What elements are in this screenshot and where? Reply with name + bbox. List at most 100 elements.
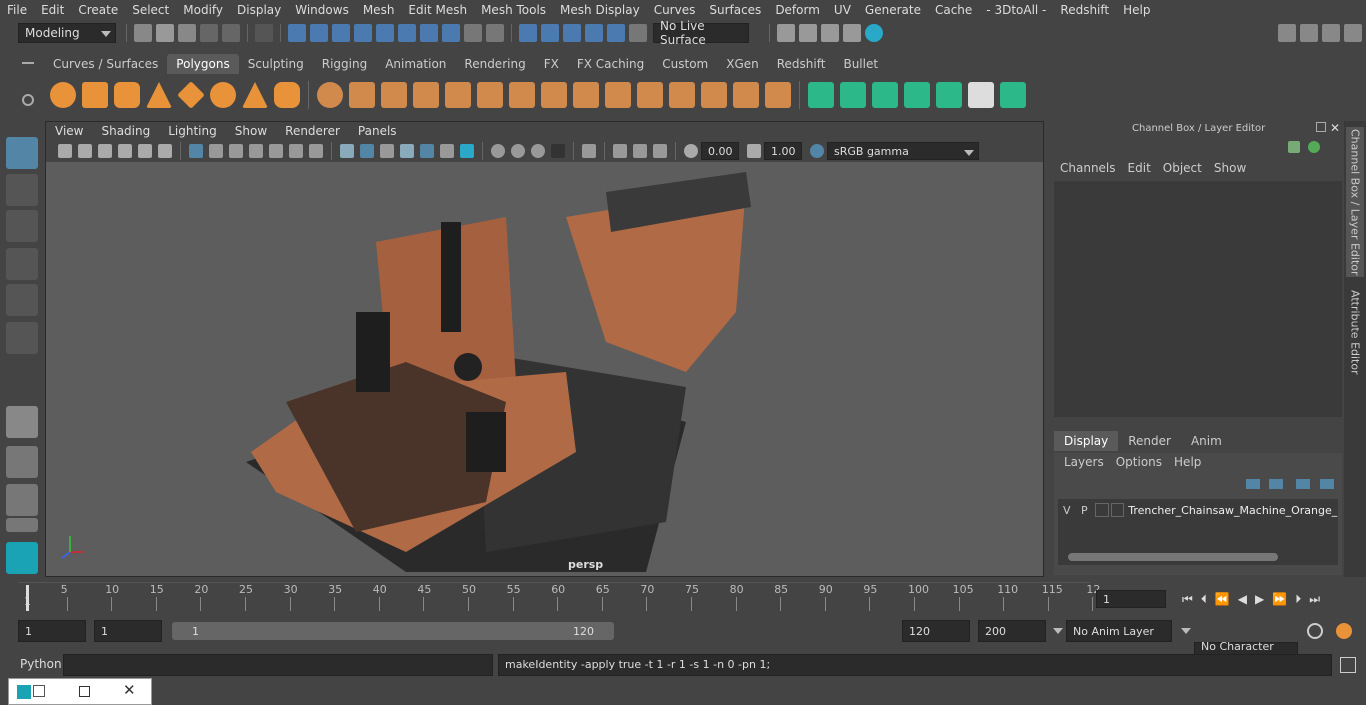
layout-toggle-icon[interactable] (6, 518, 38, 532)
multi-cut-icon[interactable] (637, 82, 663, 108)
select-tool-icon[interactable] (6, 137, 38, 169)
menu-surfaces[interactable]: Surfaces (702, 3, 768, 17)
layer-color-swatch[interactable] (1110, 503, 1125, 517)
use-lights-icon[interactable] (420, 144, 434, 158)
render-globals-icon[interactable] (843, 24, 861, 42)
move-layer-down-icon[interactable] (1269, 479, 1283, 489)
append-icon[interactable] (573, 82, 599, 108)
snap-point-icon[interactable] (563, 24, 581, 42)
image-plane-icon[interactable] (118, 144, 132, 158)
help-mask-icon[interactable] (442, 24, 460, 42)
xray-icon[interactable] (582, 144, 596, 158)
select-by-hierarchy-icon[interactable] (288, 24, 306, 42)
layer-name[interactable]: Trencher_Chainsaw_Machine_Orange_N (1128, 504, 1338, 517)
anti-aliasing-icon[interactable] (511, 144, 525, 158)
time-slider[interactable]: 1 51015202530354045505560657075808590951… (18, 582, 1100, 612)
menu-display[interactable]: Display (230, 3, 288, 17)
tab-polygons[interactable]: Polygons (167, 54, 239, 74)
uv-planar-icon[interactable] (808, 82, 834, 108)
anim-end-field[interactable]: 200 (978, 620, 1046, 642)
new-layer-icon[interactable] (1296, 479, 1310, 489)
anim-layer-arrow-icon[interactable] (1053, 628, 1063, 634)
menu-cache[interactable]: Cache (928, 3, 979, 17)
channel-box-toggle-icon[interactable] (1344, 24, 1362, 42)
step-forward-icon[interactable]: ⏵ (1295, 592, 1301, 607)
tab-redshift[interactable]: Redshift (768, 54, 835, 74)
float-panel-icon[interactable] (1316, 122, 1326, 132)
script-language-label[interactable]: Python (20, 657, 62, 671)
merge-icon[interactable] (733, 82, 759, 108)
insert-edge-loop-icon[interactable] (669, 82, 695, 108)
tab-animation[interactable]: Animation (376, 54, 455, 74)
redo-icon[interactable] (222, 24, 240, 42)
shelf-settings-icon[interactable] (22, 94, 34, 106)
layer-playback-toggle[interactable]: P (1078, 504, 1092, 517)
render-view-icon[interactable] (799, 24, 817, 42)
poly-cone-icon[interactable] (146, 82, 172, 108)
uv-automatic-icon[interactable] (904, 82, 930, 108)
ambient-occlusion-icon[interactable] (460, 144, 474, 158)
playback-end-field[interactable]: 120 (902, 620, 970, 642)
bevel-icon[interactable] (509, 82, 535, 108)
four-view-icon[interactable] (6, 446, 38, 478)
bridge-icon[interactable] (541, 82, 567, 108)
channel-box-area[interactable] (1054, 181, 1342, 417)
grid-icon[interactable] (189, 144, 203, 158)
anim-start-field[interactable]: 1 (18, 620, 86, 642)
vp-menu-lighting[interactable]: Lighting (159, 124, 226, 138)
poly-cube-icon[interactable] (82, 82, 108, 108)
tab-rendering[interactable]: Rendering (455, 54, 534, 74)
face-mask-icon[interactable] (398, 24, 416, 42)
cb-menu-edit[interactable]: Edit (1122, 161, 1157, 175)
side-tab-attribute-editor[interactable]: Attribute Editor (1346, 285, 1364, 379)
reduce-icon[interactable] (445, 82, 471, 108)
scale-tool-icon[interactable] (6, 322, 38, 354)
tab-custom[interactable]: Custom (653, 54, 717, 74)
tab-curves-surfaces[interactable]: Curves / Surfaces (44, 54, 167, 74)
vp-menu-show[interactable]: Show (226, 124, 276, 138)
command-input[interactable] (63, 654, 493, 676)
menu-edit-mesh[interactable]: Edit Mesh (401, 3, 474, 17)
menu-help[interactable]: Help (1116, 3, 1157, 17)
layer-menu-layers[interactable]: Layers (1058, 455, 1110, 469)
safe-action-icon[interactable] (289, 144, 303, 158)
snap-rotate-icon[interactable] (629, 24, 647, 42)
gate-mask-icon[interactable] (249, 144, 263, 158)
extrude-icon[interactable] (477, 82, 503, 108)
play-forwards-icon[interactable]: ▶ (1255, 592, 1264, 606)
2d-pan-zoom-icon[interactable] (138, 144, 152, 158)
menu-deform[interactable]: Deform (768, 3, 827, 17)
single-view-icon[interactable] (6, 406, 38, 438)
wireframe-icon[interactable] (340, 144, 354, 158)
tab-rigging[interactable]: Rigging (313, 54, 376, 74)
uv-cylindrical-icon[interactable] (840, 82, 866, 108)
menu-windows[interactable]: Windows (288, 3, 356, 17)
menu-redshift[interactable]: Redshift (1053, 3, 1116, 17)
menu-select[interactable]: Select (125, 3, 176, 17)
move-layer-up-icon[interactable] (1246, 479, 1260, 489)
shadows-icon[interactable] (440, 144, 454, 158)
snap-view-plane-icon[interactable] (585, 24, 603, 42)
close-panel-icon[interactable]: ✕ (1330, 121, 1340, 135)
grease-pencil-icon[interactable] (158, 144, 172, 158)
save-scene-icon[interactable] (178, 24, 196, 42)
scene-view[interactable] (46, 162, 1043, 576)
edge-mask-icon[interactable] (376, 24, 394, 42)
go-to-end-icon[interactable]: ⏭ (1309, 592, 1320, 607)
menu-curves[interactable]: Curves (647, 3, 703, 17)
new-layer-selected-icon[interactable] (1320, 479, 1334, 489)
separate-icon[interactable] (349, 82, 375, 108)
film-gate-icon[interactable] (209, 144, 223, 158)
side-tab-channel-box[interactable]: Channel Box / Layer Editor (1346, 127, 1364, 277)
vp-menu-shading[interactable]: Shading (92, 124, 159, 138)
move-tool-icon[interactable] (6, 248, 38, 280)
poly-cylinder-icon[interactable] (114, 82, 140, 108)
outliner-layout-icon[interactable] (6, 484, 38, 516)
snap-live-icon[interactable] (607, 24, 625, 42)
mirror-icon[interactable] (381, 82, 407, 108)
field-chart-icon[interactable] (269, 144, 283, 158)
menu-3dtoall[interactable]: - 3DtoAll - (979, 3, 1053, 17)
smooth-shade-icon[interactable] (360, 144, 374, 158)
channel-box-settings-icon[interactable] (1288, 141, 1300, 153)
gamma-field[interactable]: 1.00 (764, 142, 802, 160)
